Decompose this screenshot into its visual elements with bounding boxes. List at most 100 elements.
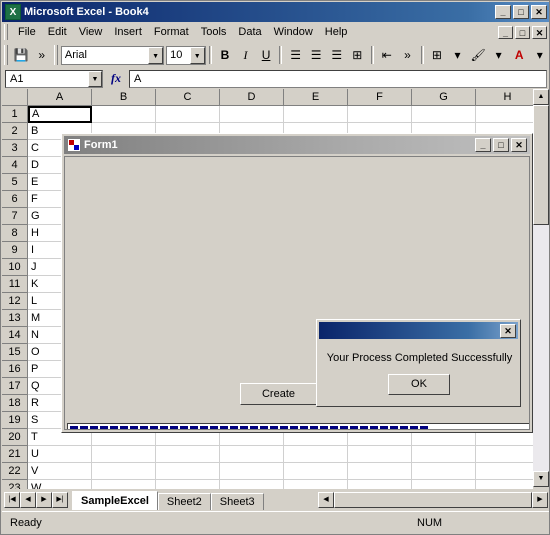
menu-item-help[interactable]: Help [319, 24, 354, 40]
column-header-f[interactable]: F [348, 89, 412, 106]
close-button[interactable]: ✕ [531, 5, 547, 19]
chevron-down-icon-fontcolor[interactable]: ▾ [530, 44, 549, 66]
maximize-button[interactable]: □ [513, 5, 529, 19]
row-header-1[interactable]: 1 [2, 106, 28, 123]
sheet-tab-sheet2[interactable]: Sheet2 [157, 493, 211, 510]
cell-C21[interactable] [156, 446, 220, 463]
column-header-b[interactable]: B [92, 89, 156, 106]
cell-B1[interactable] [92, 106, 156, 123]
column-header-a[interactable]: A [28, 89, 92, 106]
create-button[interactable]: Create [240, 383, 317, 405]
form1-minimize-button[interactable]: _ [475, 138, 491, 152]
cell-E1[interactable] [284, 106, 348, 123]
row-header-3[interactable]: 3 [2, 140, 28, 157]
form1-close-button[interactable]: ✕ [511, 138, 527, 152]
cell-A1[interactable]: A [28, 106, 92, 123]
row-header-7[interactable]: 7 [2, 208, 28, 225]
cell-C1[interactable] [156, 106, 220, 123]
row-header-10[interactable]: 10 [2, 259, 28, 276]
cell-H21[interactable] [476, 446, 540, 463]
row-header-15[interactable]: 15 [2, 344, 28, 361]
cell-E22[interactable] [284, 463, 348, 480]
cell-C23[interactable] [156, 480, 220, 489]
row-header-20[interactable]: 20 [2, 429, 28, 446]
cell-C22[interactable] [156, 463, 220, 480]
cell-D1[interactable] [220, 106, 284, 123]
document-close-button[interactable]: ✕ [532, 25, 547, 39]
row-header-23[interactable]: 23 [2, 480, 28, 489]
message-box-ok-button[interactable]: OK [388, 374, 450, 395]
font-size-combo[interactable]: 10 ▼ [166, 45, 206, 65]
scroll-right-button[interactable]: ▶ [532, 492, 548, 508]
message-box-title-bar[interactable]: ✕ [319, 322, 518, 339]
fill-color-icon[interactable]: 🖌 [468, 44, 489, 66]
cell-E23[interactable] [284, 480, 348, 489]
cell-A22[interactable]: V [28, 463, 92, 480]
cell-B21[interactable] [92, 446, 156, 463]
last-sheet-button[interactable]: ▶| [52, 492, 68, 508]
scroll-down-button[interactable]: ▼ [533, 471, 549, 487]
form1-title-bar[interactable]: Form1 _ □ ✕ [64, 136, 530, 154]
menu-item-format[interactable]: Format [148, 24, 195, 40]
horizontal-scroll-thumb[interactable] [334, 492, 532, 508]
cell-H1[interactable] [476, 106, 540, 123]
name-box[interactable]: A1 ▼ [5, 69, 103, 88]
row-header-8[interactable]: 8 [2, 225, 28, 242]
message-box-close-button[interactable]: ✕ [500, 323, 516, 338]
row-header-13[interactable]: 13 [2, 310, 28, 327]
chevron-down-icon[interactable]: ▼ [88, 70, 102, 87]
row-header-9[interactable]: 9 [2, 242, 28, 259]
cell-G23[interactable] [412, 480, 476, 489]
row-header-12[interactable]: 12 [2, 293, 28, 310]
column-header-d[interactable]: D [220, 89, 284, 106]
cell-F1[interactable] [348, 106, 412, 123]
cell-F22[interactable] [348, 463, 412, 480]
align-right-icon[interactable]: ☰ [326, 44, 347, 66]
horizontal-scrollbar[interactable]: ◀ ▶ [318, 492, 548, 508]
row-header-14[interactable]: 14 [2, 327, 28, 344]
menu-item-edit[interactable]: Edit [42, 24, 73, 40]
next-sheet-button[interactable]: ▶ [36, 492, 52, 508]
cell-D21[interactable] [220, 446, 284, 463]
font-name-combo[interactable]: Arial ▼ [60, 45, 165, 65]
align-left-icon[interactable]: ☰ [285, 44, 306, 66]
menu-item-window[interactable]: Window [268, 24, 319, 40]
row-header-11[interactable]: 11 [2, 276, 28, 293]
chevron-down-icon[interactable]: ▼ [148, 46, 164, 64]
toolbar-overflow-icon[interactable]: » [31, 44, 52, 66]
row-header-16[interactable]: 16 [2, 361, 28, 378]
cell-G22[interactable] [412, 463, 476, 480]
document-minimize-button[interactable]: _ [498, 25, 513, 39]
bold-button[interactable]: B [215, 44, 236, 66]
document-restore-button[interactable]: □ [515, 25, 530, 39]
vertical-scroll-track[interactable] [533, 105, 549, 471]
borders-icon[interactable]: ⊞ [427, 44, 448, 66]
cell-A23[interactable]: W [28, 480, 92, 489]
menu-item-tools[interactable]: Tools [195, 24, 233, 40]
chevron-down-icon-borders[interactable]: ▾ [447, 44, 468, 66]
scroll-left-button[interactable]: ◀ [318, 492, 334, 508]
cell-D22[interactable] [220, 463, 284, 480]
save-icon[interactable]: 💾 [11, 44, 32, 66]
cell-A21[interactable]: U [28, 446, 92, 463]
cell-F23[interactable] [348, 480, 412, 489]
cell-H23[interactable] [476, 480, 540, 489]
scroll-up-button[interactable]: ▲ [533, 89, 549, 105]
cell-G21[interactable] [412, 446, 476, 463]
chevron-down-icon-fill[interactable]: ▾ [488, 44, 509, 66]
horizontal-scroll-track[interactable] [334, 492, 532, 508]
vertical-scrollbar[interactable]: ▲ ▼ [533, 89, 549, 489]
row-header-18[interactable]: 18 [2, 395, 28, 412]
menu-grip-handle[interactable] [4, 24, 8, 40]
toolbar-overflow-icon-2[interactable]: » [397, 44, 418, 66]
cell-H22[interactable] [476, 463, 540, 480]
column-header-e[interactable]: E [284, 89, 348, 106]
column-header-c[interactable]: C [156, 89, 220, 106]
italic-button[interactable]: I [235, 44, 256, 66]
chevron-down-icon[interactable]: ▼ [189, 46, 205, 64]
toolbar-grip-handle-1[interactable] [4, 45, 8, 65]
menu-item-data[interactable]: Data [232, 24, 267, 40]
cell-G1[interactable] [412, 106, 476, 123]
sheet-tab-sampleexcel[interactable]: SampleExcel [72, 491, 158, 510]
previous-sheet-button[interactable]: ◀ [20, 492, 36, 508]
